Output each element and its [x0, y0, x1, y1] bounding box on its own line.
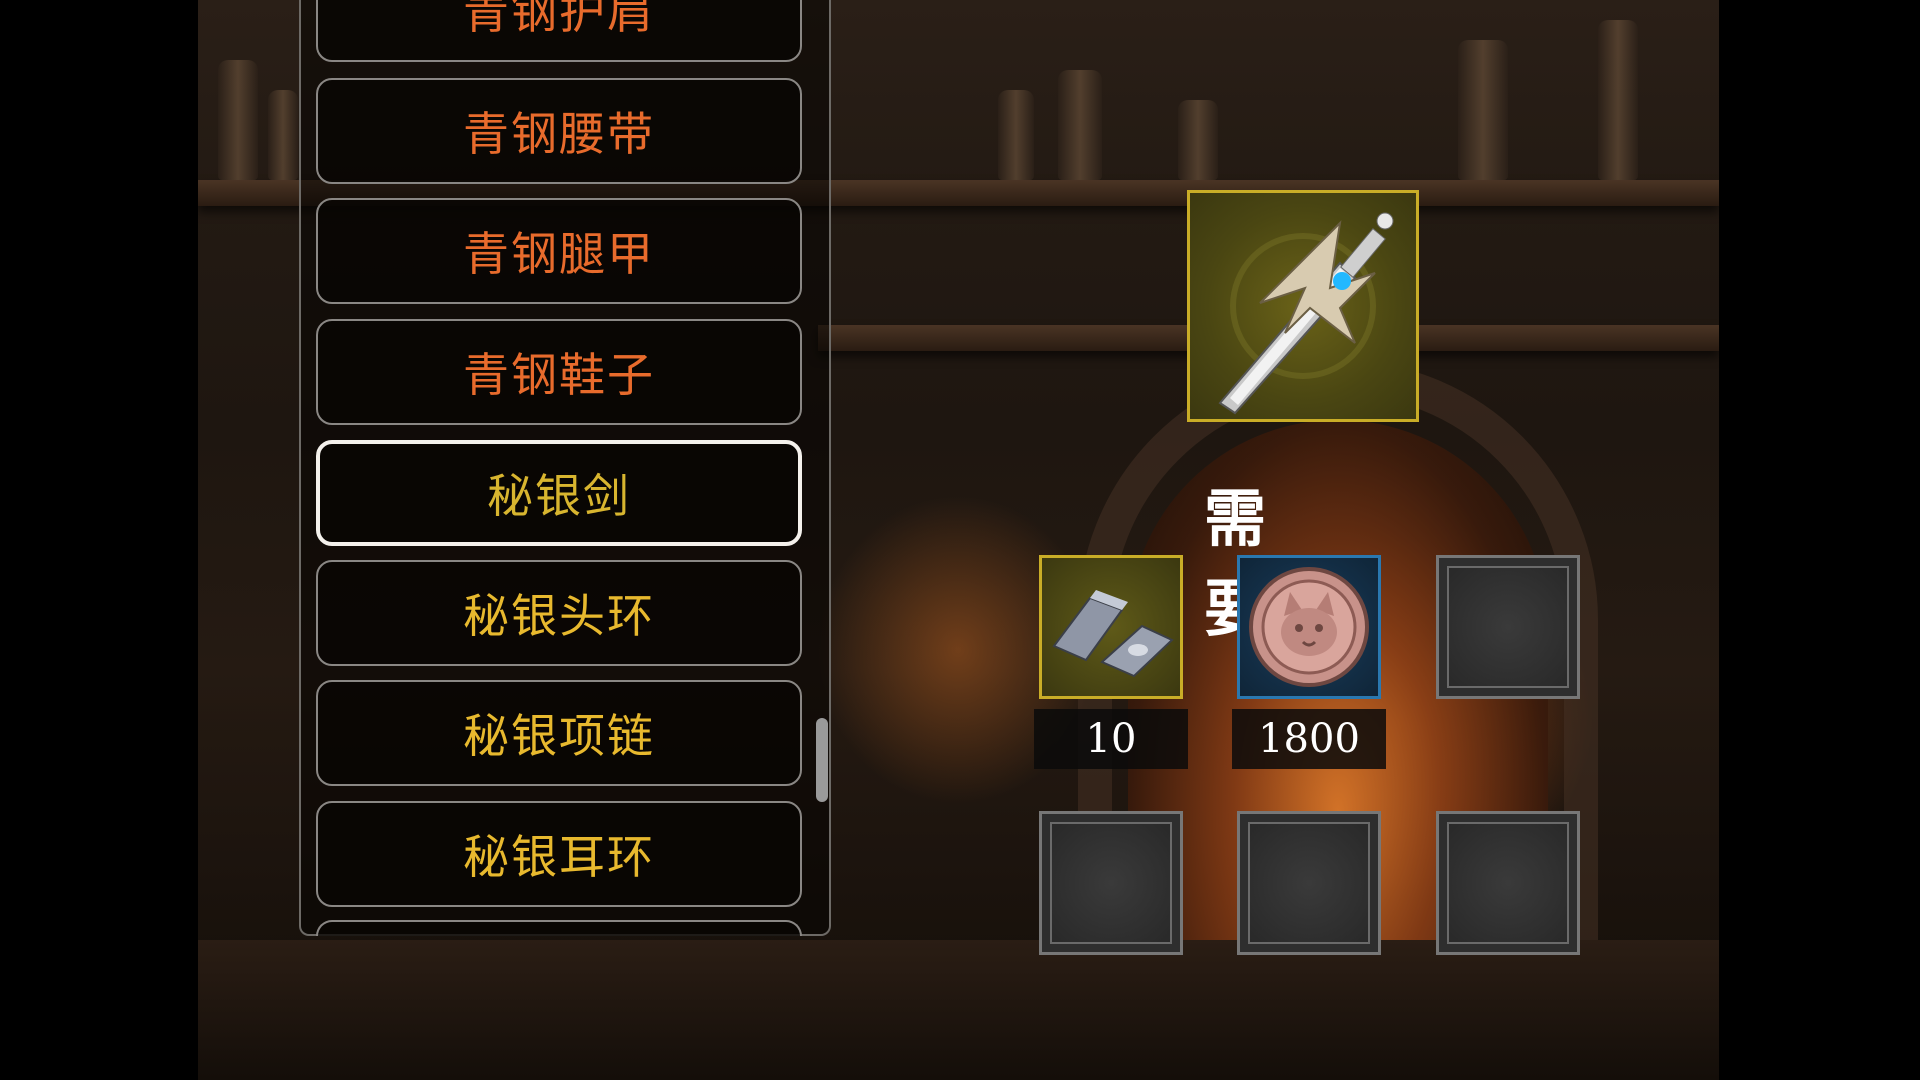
cat-coin-icon	[1249, 567, 1369, 687]
recipe-item-partial[interactable]	[316, 920, 802, 936]
material-slot-3-empty[interactable]	[1436, 555, 1580, 699]
recipe-item-bronze-belt[interactable]: 青钢腰带	[316, 78, 802, 184]
recipe-item-mithril-earring[interactable]: 秘银耳环	[316, 801, 802, 907]
material-slot-1[interactable]	[1039, 555, 1183, 699]
material-slot-4-empty[interactable]	[1039, 811, 1183, 955]
silver-ingot-icon	[1052, 590, 1174, 678]
material-slot-2[interactable]	[1237, 555, 1381, 699]
recipe-item-mithril-circlet[interactable]: 秘银头环	[316, 560, 802, 666]
mithril-sword-icon	[1218, 212, 1394, 415]
recipe-item-bronze-boots[interactable]: 青钢鞋子	[316, 319, 802, 425]
material-count-1: 10	[1034, 709, 1188, 769]
material-slot-6-empty[interactable]	[1436, 811, 1580, 955]
result-item-slot[interactable]	[1187, 190, 1419, 422]
recipe-item-mithril-sword[interactable]: 秘银剑	[316, 440, 802, 546]
material-slot-5-empty[interactable]	[1237, 811, 1381, 955]
recipe-item-mithril-necklace[interactable]: 秘银项链	[316, 680, 802, 786]
recipe-list-scrollbar[interactable]	[816, 718, 828, 802]
recipe-item-bronze-greaves[interactable]: 青钢腿甲	[316, 198, 802, 304]
material-count-2: 1800	[1232, 709, 1386, 769]
recipe-item-bronze-pauldrons[interactable]: 青钢护肩	[316, 0, 802, 62]
